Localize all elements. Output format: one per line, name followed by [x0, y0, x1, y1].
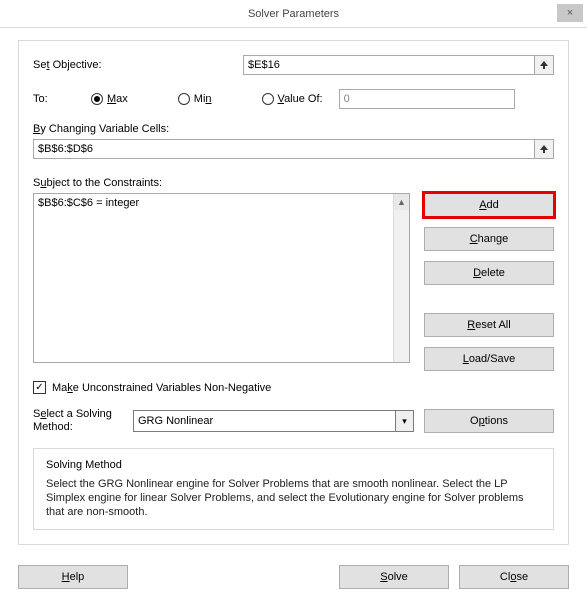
dialog-body: Set Objective: $E$16 To: Max Min Value: [0, 28, 587, 545]
constraints-row: $B$6:$C$6 = integer ▲ Add Change Delete …: [33, 193, 554, 371]
constraints-label: Subject to the Constraints:: [33, 177, 554, 189]
radio-max-label: Max: [107, 93, 128, 105]
collapse-icon: [539, 60, 549, 70]
spacer: [424, 295, 554, 303]
dialog-footer: Help Solve Close: [0, 555, 587, 603]
load-save-button[interactable]: Load/Save: [424, 347, 554, 371]
help-button[interactable]: Help: [18, 565, 128, 589]
radio-dot-icon: [91, 93, 103, 105]
radio-min-label: Min: [194, 93, 212, 105]
title-bar: Solver Parameters ×: [0, 0, 587, 28]
radio-value-of[interactable]: Value Of:: [262, 93, 323, 105]
changing-cells-label: By Changing Variable Cells:: [33, 123, 554, 135]
dialog-title: Solver Parameters: [248, 8, 339, 20]
reset-all-button[interactable]: Reset All: [424, 313, 554, 337]
nonneg-label: Make Unconstrained Variables Non-Negativ…: [52, 382, 271, 394]
radio-dot-icon: [178, 93, 190, 105]
close-icon[interactable]: ×: [557, 4, 583, 22]
chevron-down-icon: ▾: [395, 411, 413, 431]
changing-ref-button[interactable]: [534, 139, 554, 159]
close-button[interactable]: Close: [459, 565, 569, 589]
set-objective-row: Set Objective: $E$16: [33, 55, 554, 75]
value-of-input[interactable]: 0: [339, 89, 515, 109]
method-select[interactable]: GRG Nonlinear ▾: [133, 410, 414, 432]
info-text: Select the GRG Nonlinear engine for Solv…: [46, 477, 541, 519]
to-row: To: Max Min Value Of: 0: [33, 89, 554, 109]
constraint-buttons: Add Change Delete Reset All Load/Save: [424, 193, 554, 371]
nonneg-row: ✓ Make Unconstrained Variables Non-Negat…: [33, 381, 554, 394]
spacer: [138, 565, 329, 589]
collapse-icon: [539, 144, 549, 154]
solve-button[interactable]: Solve: [339, 565, 449, 589]
objective-refbox: $E$16: [243, 55, 554, 75]
changing-refbox: $B$6:$D$6: [33, 139, 554, 159]
scrollbar[interactable]: ▲: [393, 194, 409, 362]
method-row: Select a Solving Method: GRG Nonlinear ▾…: [33, 408, 554, 434]
options-button[interactable]: Options: [424, 409, 554, 433]
constraint-item[interactable]: $B$6:$C$6 = integer: [38, 197, 405, 209]
method-label: Select a Solving Method:: [33, 408, 123, 434]
constraints-list[interactable]: $B$6:$C$6 = integer ▲: [33, 193, 410, 363]
add-button[interactable]: Add: [424, 193, 554, 217]
delete-button[interactable]: Delete: [424, 261, 554, 285]
radio-max[interactable]: Max: [91, 93, 128, 105]
objective-input[interactable]: $E$16: [243, 55, 534, 75]
to-label: To:: [33, 93, 91, 105]
objective-ref-button[interactable]: [534, 55, 554, 75]
scroll-up-icon[interactable]: ▲: [394, 194, 409, 210]
radio-min[interactable]: Min: [178, 93, 212, 105]
set-objective-label: Set Objective:: [33, 59, 243, 71]
changing-input[interactable]: $B$6:$D$6: [33, 139, 534, 159]
radio-valof-label: Value Of:: [278, 93, 323, 105]
radio-dot-icon: [262, 93, 274, 105]
solving-method-info: Solving Method Select the GRG Nonlinear …: [33, 448, 554, 530]
main-group: Set Objective: $E$16 To: Max Min Value: [18, 40, 569, 545]
method-value: GRG Nonlinear: [138, 415, 213, 427]
change-button[interactable]: Change: [424, 227, 554, 251]
info-heading: Solving Method: [46, 459, 541, 471]
changing-cells-row: $B$6:$D$6: [33, 139, 554, 159]
nonneg-checkbox[interactable]: ✓: [33, 381, 46, 394]
